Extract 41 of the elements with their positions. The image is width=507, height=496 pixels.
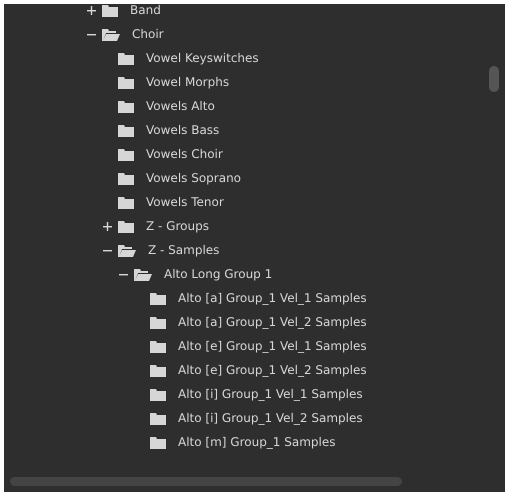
folder-label[interactable]: Vowel Keyswitches [146,51,259,65]
folder-label[interactable]: Vowels Choir [146,147,223,161]
open-folder-icon [134,268,152,280]
folder-icon [118,52,134,64]
folder-icon [150,436,166,448]
folder-icon [102,4,118,16]
folder-label[interactable]: Vowels Alto [146,99,215,113]
folder-label[interactable]: Alto [e] Group_1 Vel_1 Samples [178,339,367,353]
folder-icon [118,76,134,88]
folder-label[interactable]: Vowels Tenor [146,195,224,209]
folder-label[interactable]: Choir [132,27,164,41]
folder-label[interactable]: Z - Samples [148,243,220,257]
folder-icon [118,196,134,208]
folder-icon [118,172,134,184]
expand-icon[interactable] [102,222,112,230]
vertical-scrollbar[interactable] [489,66,499,92]
folder-icon [118,148,134,160]
folder-icon [118,100,134,112]
folder-label[interactable]: Vowels Bass [146,123,220,137]
folder-label[interactable]: Vowels Soprano [146,171,242,185]
folder-label[interactable]: Alto Long Group 1 [164,267,272,281]
folder-label[interactable]: Z - Groups [146,219,209,233]
folder-icon [118,124,134,136]
folder-label[interactable]: Alto [a] Group_1 Vel_2 Samples [178,315,367,329]
folder-icon [150,340,166,352]
folder-label[interactable]: Alto [e] Group_1 Vel_2 Samples [178,363,367,377]
open-folder-icon [102,28,120,40]
folder-icon [150,292,166,304]
expand-icon[interactable] [86,6,96,14]
open-folder-icon [118,244,136,256]
folder-icon [150,364,166,376]
folder-label[interactable]: Band [130,4,161,17]
folder-label[interactable]: Alto [a] Group_1 Vel_1 Samples [178,291,367,305]
folder-label[interactable]: Alto [m] Group_1 Samples [178,435,336,449]
folder-icon [150,316,166,328]
folder-icon [150,388,166,400]
folder-label[interactable]: Alto [i] Group_1 Vel_2 Samples [178,411,363,425]
folder-icon [118,220,134,232]
folder-label[interactable]: Alto [i] Group_1 Vel_1 Samples [178,387,363,401]
folder-icon [150,412,166,424]
folder-label[interactable]: Vowel Morphs [146,75,230,89]
